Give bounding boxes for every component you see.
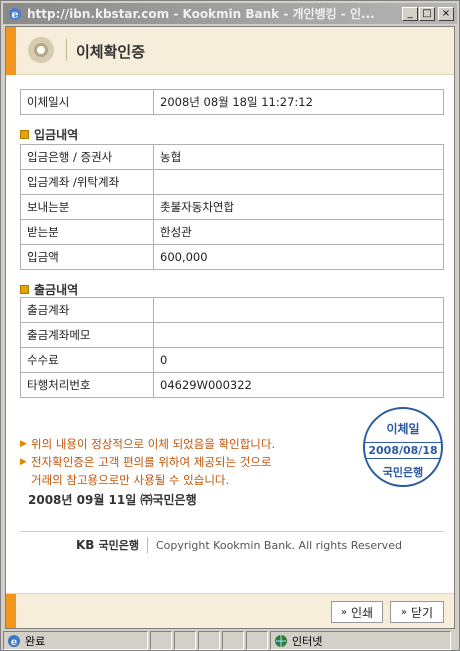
header-accent-stripe — [6, 27, 16, 75]
svg-text:e: e — [11, 637, 17, 648]
triangle-bullet-icon: ▶ — [20, 439, 27, 449]
kb-logo: KB 국민은행 — [76, 538, 139, 552]
table-row: 입금액 600,000 — [20, 244, 444, 270]
table-row: 보내는분 촛불자동차연합 — [20, 194, 444, 220]
table-row: 받는분 한성관 — [20, 219, 444, 245]
withdrawal-table: 출금계좌 출금계좌메모 수수료 0 타행처리번호 04629W000322 — [20, 297, 444, 398]
status-text-cell: e 완료 — [3, 631, 148, 650]
main-panel: 이체일시 2008년 08월 18일 11:27:12 입금내역 입금은행 / … — [6, 75, 454, 593]
withdrawal-section-title: 출금내역 — [20, 281, 78, 298]
print-button[interactable]: » 인쇄 — [331, 601, 383, 623]
zone-cell: 인터넷 — [270, 631, 451, 650]
double-chevron-icon: » — [340, 606, 348, 618]
deposit-section-title: 입금내역 — [20, 126, 78, 143]
page-title: 이체확인증 — [76, 43, 146, 61]
page-content: 이체확인증 이체일시 2008년 08월 18일 11:27:12 입금내역 입… — [5, 26, 455, 629]
close-window-button[interactable]: × — [438, 6, 454, 21]
transfer-time-table: 이체일시 2008년 08월 18일 11:27:12 — [20, 89, 444, 115]
transfer-time-label: 이체일시 — [20, 89, 154, 115]
table-row: 이체일시 2008년 08월 18일 11:27:12 — [20, 89, 444, 115]
minimize-button[interactable]: _ — [402, 6, 418, 21]
maximize-button[interactable]: □ — [419, 6, 435, 21]
bank-seal: 이체일 2008/08/18 국민은행 — [363, 407, 443, 487]
section-bullet-icon — [20, 130, 29, 139]
status-bar: e 완료 인터넷 — [3, 631, 457, 650]
svg-text:e: e — [12, 8, 19, 21]
table-row: 출금계좌메모 — [20, 322, 444, 348]
page-done-icon: e — [8, 634, 20, 648]
close-button[interactable]: » 닫기 — [390, 601, 444, 623]
copyright-text: Copyright Kookmin Bank. All rights Reser… — [155, 538, 402, 552]
transfer-time-value: 2008년 08월 18일 11:27:12 — [153, 89, 444, 115]
header-circle-icon — [28, 37, 54, 63]
deposit-table: 입금은행 / 증권사 농협 입금계좌 /위탁계좌 보내는분 촛불자동차연합 받는분 한… — [20, 144, 444, 270]
title-bar[interactable]: e http://ibn.kbstar.com - Kookmin Bank -… — [3, 3, 457, 24]
issue-date: 2008년 09월 11일 ㈜국민은행 — [28, 493, 197, 507]
table-row: 출금계좌 — [20, 297, 444, 323]
globe-icon — [275, 634, 287, 647]
triangle-bullet-icon: ▶ — [20, 457, 27, 467]
table-row: 입금계좌 /위탁계좌 — [20, 169, 444, 195]
footer: KB 국민은행 Copyright Kookmin Bank. All righ… — [76, 537, 402, 553]
table-row: 타행처리번호 04629W000322 — [20, 372, 444, 398]
table-row: 입금은행 / 증권사 농협 — [20, 144, 444, 170]
confirmation-notes: ▶ 위의 내용이 정상적으로 이체 되었음을 확인합니다. ▶ 전자확인증은 고객 … — [20, 437, 276, 487]
page-header: 이체확인증 — [6, 27, 454, 75]
double-chevron-icon: » — [400, 606, 408, 618]
bottom-button-bar: » 인쇄 » 닫기 — [6, 593, 454, 628]
ie-icon: e — [9, 7, 21, 21]
section-bullet-icon — [20, 285, 29, 294]
table-row: 수수료 0 — [20, 347, 444, 373]
browser-window: e http://ibn.kbstar.com - Kookmin Bank -… — [0, 0, 460, 651]
window-title: http://ibn.kbstar.com - Kookmin Bank - 개… — [27, 7, 375, 21]
